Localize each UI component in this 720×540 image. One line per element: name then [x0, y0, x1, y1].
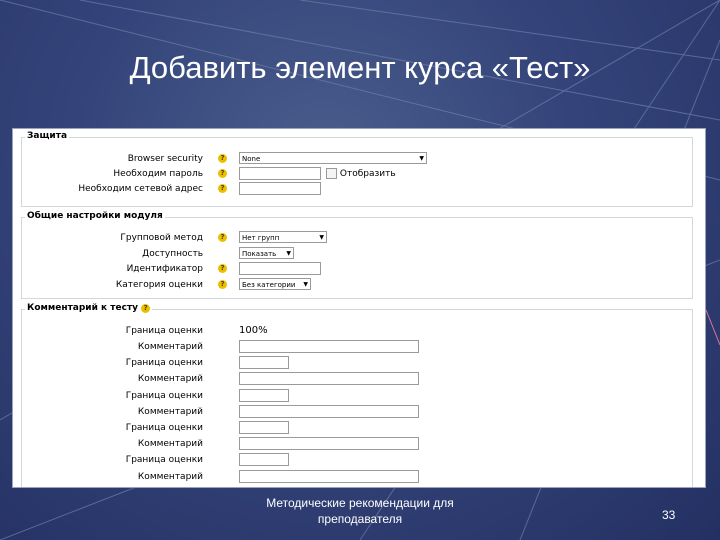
comment-input[interactable] — [239, 469, 419, 483]
show-password-checkbox[interactable] — [326, 168, 337, 179]
slide-footer: Методические рекомендации для преподават… — [230, 495, 490, 527]
footer-line-1: Методические рекомендации для — [266, 496, 454, 510]
boundary-row: Граница оценки — [13, 421, 693, 435]
password-row: Необходим пароль ? Отобразить — [13, 167, 693, 181]
comment-row: Комментарий — [13, 340, 693, 354]
boundary-input[interactable] — [239, 453, 289, 467]
grade-category-label: Категория оценки — [115, 280, 203, 290]
help-icon[interactable]: ? — [218, 169, 227, 178]
chevron-down-icon: ▼ — [419, 155, 424, 162]
boundary-input[interactable] — [239, 421, 289, 434]
comment-row: Комментарий — [13, 404, 693, 419]
help-icon[interactable]: ? — [218, 184, 227, 193]
comment-input[interactable] — [239, 404, 419, 418]
show-password-label: Отобразить — [339, 169, 396, 179]
network-label: Необходим сетевой адрес — [78, 184, 203, 194]
security-legend: Защита — [25, 131, 70, 141]
page-number: 33 — [662, 508, 676, 522]
boundary-label: Граница оценки — [125, 358, 203, 369]
grade-category-row: Категория оценки ? Без категории ▼ — [13, 278, 693, 292]
slide-title: Добавить элемент курса «Тест» — [129, 50, 591, 85]
feedback-legend: Комментарий к тесту — [27, 303, 139, 313]
comment-row: Комментарий — [13, 437, 693, 451]
visibility-row: Доступность Показать ▼ — [13, 247, 693, 261]
comment-row: Комментарий — [13, 469, 693, 484]
boundary-input[interactable] — [239, 388, 289, 402]
network-row: Необходим сетевой адрес ? — [13, 182, 693, 196]
boundary-label: Граница оценки — [125, 390, 203, 401]
visibility-select[interactable]: Показать ▼ — [239, 247, 294, 259]
help-icon[interactable]: ? — [218, 280, 227, 289]
network-input[interactable] — [239, 182, 321, 195]
boundary-row: Граница оценки — [13, 388, 693, 403]
help-icon[interactable]: ? — [218, 264, 227, 273]
group-mode-label: Групповой метод — [120, 233, 203, 243]
comment-input[interactable] — [239, 437, 419, 451]
common-settings-legend: Общие настройки модуля — [25, 211, 165, 221]
comment-label: Комментарий — [137, 471, 203, 482]
comment-row: Комментарий — [13, 372, 693, 386]
footer-line-2: преподавателя — [317, 512, 403, 526]
comment-label: Комментарий — [137, 406, 203, 417]
id-label: Идентификатор — [126, 264, 203, 274]
help-icon[interactable]: ? — [218, 154, 227, 163]
comment-label: Комментарий — [137, 342, 203, 352]
boundary-label: Граница оценки — [125, 423, 203, 433]
id-row: Идентификатор ? — [13, 262, 693, 276]
visibility-label: Доступность — [142, 249, 203, 259]
chevron-down-icon: ▼ — [303, 281, 308, 288]
boundary-row: Граница оценки — [13, 356, 693, 370]
show-password-checkbox-wrap: Отобразить — [326, 168, 396, 179]
comment-input[interactable] — [239, 340, 419, 353]
boundary-label: Граница оценки — [125, 455, 203, 466]
moodle-settings-screenshot: Защита Browser security ? None ▼ Необход… — [12, 128, 706, 488]
chevron-down-icon: ▼ — [286, 250, 291, 257]
password-input[interactable] — [239, 167, 321, 180]
boundary-input[interactable] — [239, 356, 289, 370]
grade-category-select[interactable]: Без категории ▼ — [239, 278, 311, 290]
group-mode-select[interactable]: Нет групп ▼ — [239, 231, 327, 243]
comment-input[interactable] — [239, 372, 419, 386]
id-input[interactable] — [239, 262, 321, 275]
password-label: Необходим пароль — [113, 169, 203, 179]
group-mode-row: Групповой метод ? Нет групп ▼ — [13, 231, 693, 245]
boundary-row: Граница оценки — [13, 453, 693, 467]
browser-security-select[interactable]: None ▼ — [239, 152, 427, 164]
boundary-row-first: Граница оценки 100% — [13, 324, 693, 338]
boundary-value: 100% — [239, 325, 268, 336]
help-icon[interactable]: ? — [141, 304, 151, 313]
comment-label: Комментарий — [137, 439, 203, 450]
comment-label: Комментарий — [137, 374, 203, 385]
help-icon[interactable]: ? — [218, 233, 227, 242]
feedback-legend-wrap: Комментарий к тесту ? — [25, 303, 153, 313]
boundary-label: Граница оценки — [125, 326, 203, 336]
chevron-down-icon: ▼ — [319, 234, 324, 241]
browser-security-row: Browser security ? None ▼ — [13, 152, 693, 166]
browser-security-label: Browser security — [127, 154, 203, 164]
